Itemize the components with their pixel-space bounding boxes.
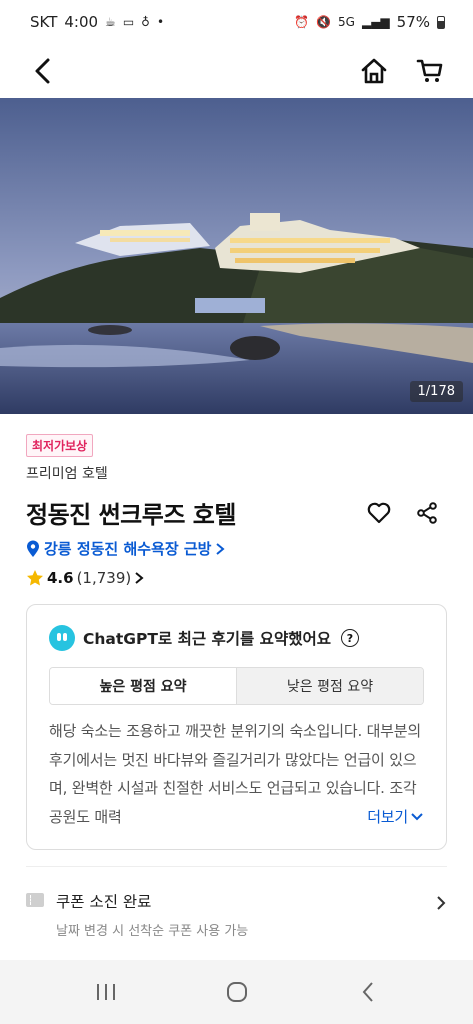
clock-label: 4:00 — [64, 13, 99, 31]
back-nav-button[interactable] — [348, 972, 388, 1012]
coupon-subtitle: 날짜 변경 시 선착순 쿠폰 사용 가능 — [56, 924, 249, 939]
hotel-name: 정동진 썬크루즈 호텔 — [26, 501, 236, 529]
network-label: 5G — [338, 15, 355, 29]
photo-counter: 1/178 — [409, 381, 463, 402]
chevron-right-icon — [135, 572, 144, 584]
status-left: SKT 4:00 ☕ ▭ ♁ • — [30, 13, 164, 31]
title-actions — [362, 496, 444, 530]
cart-button[interactable] — [413, 54, 447, 88]
chevron-down-icon — [411, 813, 423, 821]
notification-icon: ♁ — [141, 15, 150, 29]
hotel-category: 프리미엄 호텔 — [26, 466, 108, 482]
battery-label: 57% — [396, 13, 430, 31]
battery-icon — [437, 15, 445, 29]
help-icon[interactable]: ? — [340, 629, 359, 647]
chevron-right-icon — [437, 896, 446, 910]
summary-header: ChatGPT로 최근 후기를 요약했어요 ? — [49, 625, 424, 651]
section-divider — [26, 866, 447, 867]
chatbot-icon — [49, 625, 75, 651]
coupon-texts: 쿠폰 소진 완료 날짜 변경 시 선착순 쿠폰 사용 가능 — [56, 884, 435, 944]
status-right: ⏰ 🔇 5G ▂▄▆ 57% — [294, 13, 445, 31]
coupon-title: 쿠폰 소진 완료 — [56, 893, 152, 911]
more-label: 더보기 — [367, 807, 408, 826]
cart-icon — [416, 59, 443, 82]
back-arrow-icon — [35, 58, 50, 84]
tab-low-rating-summary[interactable]: 낮은 평점 요약 — [237, 668, 423, 704]
share-icon — [417, 501, 437, 524]
summary-title: ChatGPT로 최근 후기를 요약했어요 — [83, 630, 331, 648]
review-count: (1,739) — [76, 569, 132, 587]
recent-apps-icon — [96, 984, 115, 1000]
review-summary-card: ChatGPT로 최근 후기를 요약했어요 ? 높은 평점 요약 낮은 평점 요… — [26, 604, 447, 850]
cup-icon: ☕ — [105, 15, 116, 29]
app-header — [0, 44, 473, 98]
home-button[interactable] — [357, 54, 391, 88]
hotel-photo-illustration — [0, 98, 473, 414]
location-label: 강릉 정동진 해수욕장 근방 — [44, 540, 212, 558]
location-pin-icon — [27, 540, 39, 557]
summary-tabs: 높은 평점 요약 낮은 평점 요약 — [49, 667, 424, 705]
recent-apps-button[interactable] — [86, 972, 126, 1012]
back-button[interactable] — [26, 54, 60, 88]
back-nav-icon — [362, 982, 373, 1002]
coupon-row[interactable]: 쿠폰 소진 완료 날짜 변경 시 선착순 쿠폰 사용 가능 — [26, 884, 447, 944]
system-nav-bar — [0, 960, 473, 1024]
signal-icon: ▂▄▆ — [361, 15, 390, 29]
header-actions — [357, 54, 447, 88]
card-icon: ▭ — [122, 15, 135, 29]
coupon-icon — [26, 893, 44, 907]
home-circle-icon — [226, 982, 247, 1002]
home-icon — [361, 58, 387, 84]
rating-score: 4.6 — [47, 569, 74, 587]
hero-photo[interactable]: 1/178 — [0, 98, 473, 414]
mute-icon: 🔇 — [316, 15, 332, 29]
dot-icon: • — [156, 15, 165, 29]
rating-link[interactable]: 4.6 (1,739) — [26, 569, 446, 587]
lowest-price-badge: 최저가보상 — [26, 434, 94, 457]
location-link[interactable]: 강릉 정동진 해수욕장 근방 — [26, 538, 446, 559]
title-row: 정동진 썬크루즈 호텔 — [26, 495, 446, 530]
chevron-right-icon — [216, 542, 226, 555]
favorite-button[interactable] — [362, 496, 396, 530]
share-button[interactable] — [410, 496, 444, 530]
hotel-info: 최저가보상 프리미엄 호텔 정동진 썬크루즈 호텔 강릉 정동진 해수욕장 근방… — [26, 434, 446, 587]
star-icon — [27, 570, 43, 586]
status-bar: SKT 4:00 ☕ ▭ ♁ • ⏰ 🔇 5G ▂▄▆ 57% — [0, 0, 473, 44]
home-nav-button[interactable] — [217, 972, 257, 1012]
alarm-icon: ⏰ — [294, 15, 310, 29]
heart-icon — [367, 502, 391, 523]
more-button[interactable]: 더보기 — [367, 803, 424, 831]
carrier-label: SKT — [30, 13, 58, 31]
summary-text-container: 해당 숙소는 조용하고 깨끗한 분위기의 숙소입니다. 대부분의 후기에서는 멋… — [49, 717, 424, 831]
tab-high-rating-summary[interactable]: 높은 평점 요약 — [50, 668, 237, 704]
